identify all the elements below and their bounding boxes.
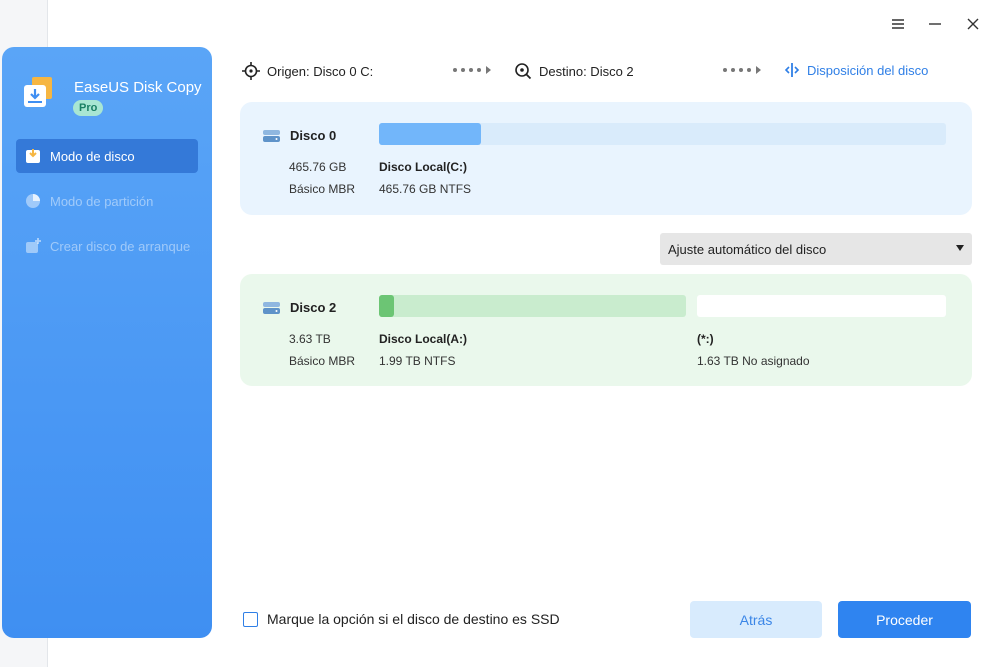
menu-icon[interactable] xyxy=(888,14,908,34)
source-disk-type: Básico MBR xyxy=(289,182,356,196)
crosshair-icon xyxy=(242,62,260,80)
disk-name-label: Disco 0 xyxy=(290,128,337,143)
app-logo-icon xyxy=(22,75,56,109)
target-search-icon xyxy=(515,63,532,80)
sidebar-item-partition-mode[interactable]: Modo de partición xyxy=(16,184,198,218)
dest-disk-size: 3.63 TB xyxy=(289,332,331,346)
step-disk-layout-label: Disposición del disco xyxy=(807,62,929,78)
disk-drive-icon xyxy=(263,301,280,314)
source-usage-fill xyxy=(379,123,482,145)
caret-down-icon xyxy=(956,245,964,251)
unallocated-name: (*:) xyxy=(697,332,714,346)
ssd-checkbox[interactable] xyxy=(243,611,258,627)
step-destination-label: Destino: Disco 2 xyxy=(539,63,634,79)
ssd-option[interactable]: Marque la opción si el disco de destino … xyxy=(243,611,560,627)
source-disk-size: 465.76 GB xyxy=(289,160,347,174)
disk-name-label: Disco 2 xyxy=(290,300,337,315)
source-partition-detail: 465.76 GB NTFS xyxy=(379,182,472,196)
sidebar-item-label: Crear disco de arranque xyxy=(50,238,191,254)
steps-header: Origen: Disco 0 C: Destino: Disco 2 Disp… xyxy=(242,62,940,84)
step-source: Origen: Disco 0 C: xyxy=(242,62,373,80)
sidebar: EaseUS Disk Copy Pro Modo de disco Modo … xyxy=(2,47,212,638)
disk-layout-select-value: Ajuste automático del disco xyxy=(668,241,827,257)
layout-adjust-icon xyxy=(784,63,800,77)
step-source-label: Origen: Disco 0 C: xyxy=(267,63,374,79)
step-destination: Destino: Disco 2 xyxy=(514,62,634,80)
source-disk-card[interactable]: Disco 0 465.76 GB Básico MBR Disco Local… xyxy=(240,102,972,215)
disk-mode-icon xyxy=(26,149,40,163)
minimize-icon[interactable] xyxy=(925,14,945,34)
pro-badge: Pro xyxy=(73,100,104,116)
close-icon[interactable] xyxy=(963,14,983,34)
back-button[interactable]: Atrás xyxy=(690,601,822,638)
step-disk-layout[interactable]: Disposición del disco xyxy=(784,62,928,78)
dest-disk-name: Disco 2 xyxy=(262,300,336,315)
sidebar-item-label: Modo de partición xyxy=(50,193,154,209)
step-connector xyxy=(453,66,491,74)
source-usage-bar xyxy=(379,123,946,145)
dest-partition-detail: 1.99 TB NTFS xyxy=(379,354,456,368)
dest-partition-bar[interactable] xyxy=(379,295,686,317)
ssd-checkbox-label: Marque la opción si el disco de destino … xyxy=(267,611,560,627)
app-title: EaseUS Disk Copy xyxy=(74,79,202,96)
sidebar-item-boot-disk[interactable]: Crear disco de arranque xyxy=(16,229,198,263)
unallocated-bar[interactable] xyxy=(697,295,946,317)
source-partition-name: Disco Local(C:) xyxy=(379,160,468,174)
proceed-button[interactable]: Proceder xyxy=(838,601,971,638)
sidebar-item-disk-mode[interactable]: Modo de disco xyxy=(16,139,198,173)
step-connector xyxy=(723,66,761,74)
disk-layout-select[interactable]: Ajuste automático del disco xyxy=(660,233,972,265)
dest-partition-name: Disco Local(A:) xyxy=(379,332,468,346)
source-disk-name: Disco 0 xyxy=(262,128,336,143)
unallocated-detail: 1.63 TB No asignado xyxy=(697,354,810,368)
dest-partition-fill xyxy=(379,295,395,317)
app-window: EaseUS Disk Copy Pro Modo de disco Modo … xyxy=(0,0,1000,667)
disk-drive-icon xyxy=(263,129,280,142)
pie-chart-icon xyxy=(26,194,40,208)
dest-disk-type: Básico MBR xyxy=(289,354,356,368)
sidebar-item-label: Modo de disco xyxy=(50,148,135,164)
add-disk-icon xyxy=(26,238,41,253)
destination-disk-card[interactable]: Disco 2 3.63 TB Básico MBR Disco Local(A… xyxy=(240,274,972,386)
